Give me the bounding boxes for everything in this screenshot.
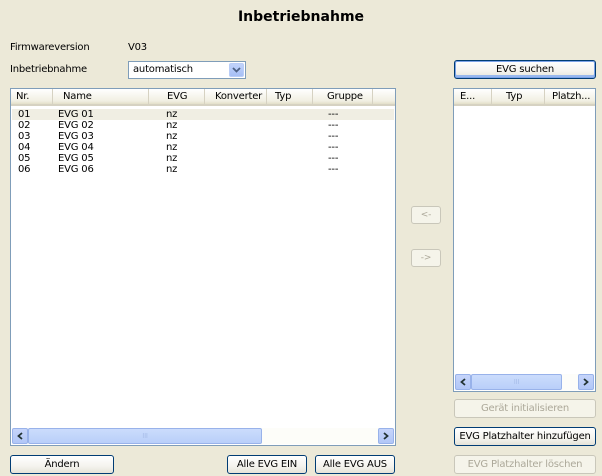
cell-evg: nz [166, 131, 178, 142]
cell-name: EVG 02 [58, 120, 94, 131]
cell-name: EVG 06 [58, 164, 94, 175]
evg-list-hscrollbar[interactable]: III [12, 428, 394, 444]
arrow-left-icon[interactable] [12, 428, 28, 444]
change-button[interactable]: Ändern [10, 455, 114, 474]
evg-list-scroll-thumb[interactable]: III [28, 428, 262, 444]
found-evg-list-header: E... Typ Platzh... [454, 89, 595, 106]
table-row[interactable]: 04 EVG 04 nz --- [12, 142, 394, 153]
commissioning-select-value: automatisch [133, 64, 193, 75]
cell-gruppe: --- [328, 131, 339, 142]
found-evg-list-scroll-thumb[interactable]: III [471, 374, 562, 390]
arrow-right-icon[interactable] [578, 374, 594, 390]
cell-evg: nz [166, 120, 178, 131]
chevron-down-icon[interactable] [229, 63, 244, 77]
evg-search-button[interactable]: EVG suchen [454, 60, 596, 79]
cell-gruppe: --- [328, 120, 339, 131]
firmware-value: V03 [128, 42, 147, 53]
cell-nr: 01 [18, 109, 31, 120]
all-off-button[interactable]: Alle EVG AUS [315, 455, 395, 474]
cell-name: EVG 04 [58, 142, 94, 153]
cell-gruppe: --- [328, 153, 339, 164]
table-row[interactable]: 03 EVG 03 nz --- [12, 131, 394, 142]
column-header-nr[interactable]: Nr. [11, 89, 53, 104]
delete-placeholder-button[interactable]: EVG Platzhalter löschen [454, 455, 596, 474]
column-header-evg[interactable]: EVG [149, 89, 205, 104]
commissioning-label: Inbetriebnahme [10, 64, 87, 75]
firmware-label: Firmwareversion [10, 42, 90, 53]
cell-evg: nz [166, 142, 178, 153]
column-header-name[interactable]: Name [53, 89, 149, 104]
column-header-e[interactable]: E... [454, 89, 492, 104]
cell-evg: nz [166, 109, 178, 120]
arrow-left-icon[interactable] [455, 374, 471, 390]
cell-nr: 02 [18, 120, 31, 131]
all-on-button[interactable]: Alle EVG EIN [227, 455, 307, 474]
device-init-button[interactable]: Gerät initialisieren [454, 399, 596, 418]
dialog-title: Inbetriebnahme [237, 9, 365, 25]
table-row[interactable]: 02 EVG 02 nz --- [12, 120, 394, 131]
evg-list-header: Nr. Name EVG Konverter Typ Gruppe [11, 89, 395, 106]
found-evg-list-hscrollbar[interactable]: III [455, 374, 594, 390]
cell-nr: 04 [18, 142, 31, 153]
cell-nr: 06 [18, 164, 31, 175]
column-header-konverter[interactable]: Konverter [205, 89, 267, 104]
table-row[interactable]: 05 EVG 05 nz --- [12, 153, 394, 164]
table-row[interactable]: 06 EVG 06 nz --- [12, 164, 394, 175]
cell-evg: nz [166, 164, 178, 175]
arrow-right-icon[interactable] [378, 428, 394, 444]
cell-evg: nz [166, 153, 178, 164]
move-left-button[interactable]: <- [411, 206, 441, 224]
commissioning-select[interactable]: automatisch [128, 61, 246, 79]
cell-nr: 05 [18, 153, 31, 164]
column-header-platzhalter[interactable]: Platzh... [545, 89, 595, 104]
column-header-gruppe[interactable]: Gruppe [313, 89, 373, 104]
column-header-typ[interactable]: Typ [267, 89, 313, 104]
column-header-typ-side[interactable]: Typ [492, 89, 545, 104]
cell-gruppe: --- [328, 164, 339, 175]
cell-name: EVG 05 [58, 153, 94, 164]
add-placeholder-button[interactable]: EVG Platzhalter hinzufügen [454, 427, 596, 446]
cell-name: EVG 01 [58, 109, 94, 120]
table-row[interactable]: 01 EVG 01 nz --- [12, 109, 394, 120]
evg-list[interactable]: Nr. Name EVG Konverter Typ Gruppe 01 EVG … [10, 88, 396, 446]
cell-gruppe: --- [328, 109, 339, 120]
cell-nr: 03 [18, 131, 31, 142]
move-right-button[interactable]: -> [411, 249, 441, 267]
found-evg-list[interactable]: E... Typ Platzh... III [453, 88, 596, 392]
cell-name: EVG 03 [58, 131, 94, 142]
cell-gruppe: --- [328, 142, 339, 153]
